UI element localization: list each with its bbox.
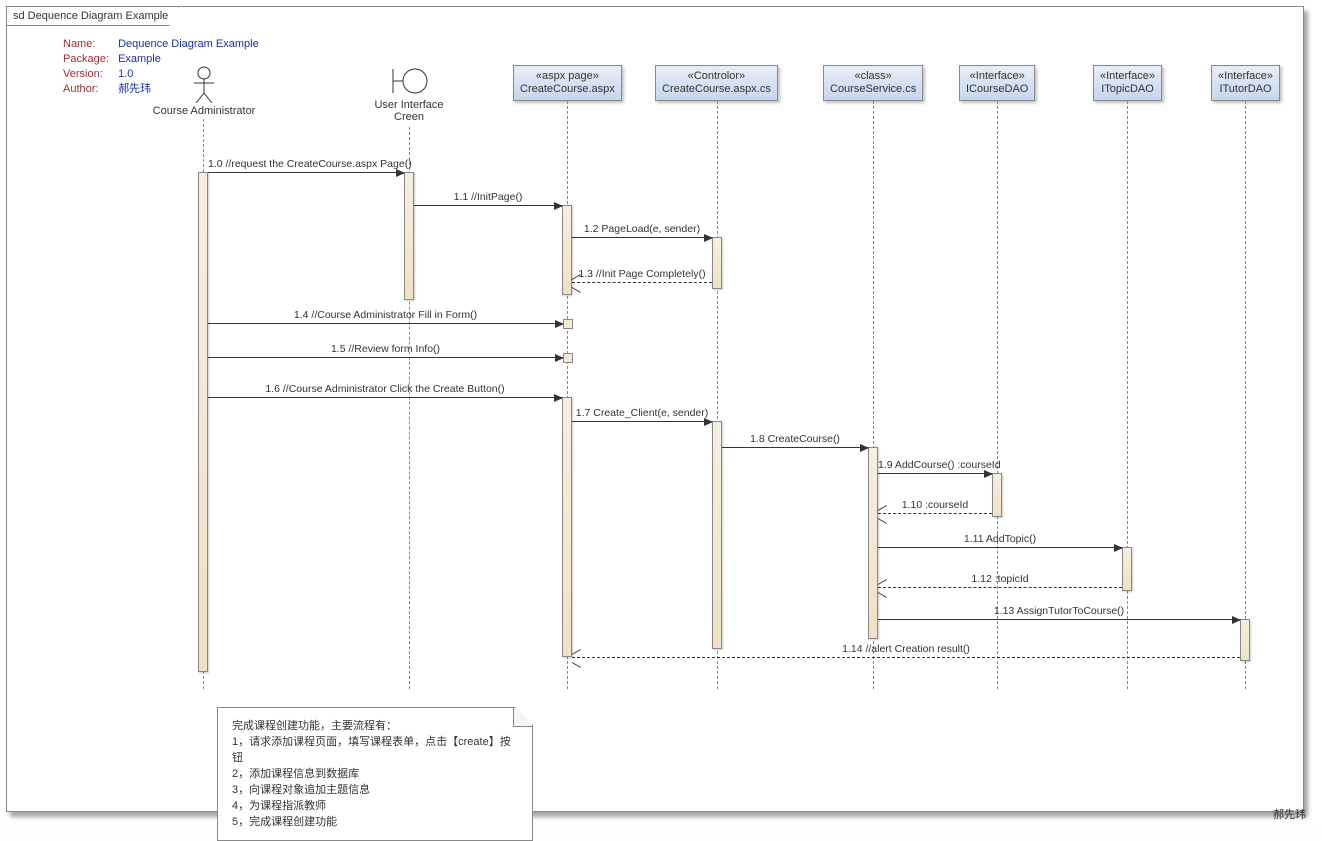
note-line: 3，向课程对象追加主题信息 [232, 782, 518, 798]
stereotype: «aspx page» [520, 70, 615, 83]
meta-author-value: 郝先玮 [118, 83, 151, 95]
meta-version-value: 1.0 [118, 68, 133, 80]
participant-label: CreateCourse.aspx [520, 83, 615, 96]
exec-box [563, 353, 573, 363]
msg-1-10: 1.10 :courseId [878, 513, 992, 514]
msg-1-11: 1.11 AddTopic() [878, 547, 1122, 548]
activation-itutor [1240, 619, 1250, 661]
stereotype: «Interface» [1218, 70, 1273, 83]
note-box: 完成课程创建功能，主要流程有： 1，请求添加课程页面，填写课程表单，点击【cre… [217, 707, 533, 841]
lifeline-itutor [1245, 101, 1246, 689]
lifeline-icourse [997, 101, 998, 689]
frame-title-tab: sd Dequence Diagram Example [6, 6, 179, 26]
participant-label: ITutorDAO [1218, 83, 1273, 96]
activation-aspx-1 [562, 205, 572, 295]
msg-1-1: 1.1 //InitPage() [414, 205, 562, 206]
activation-ctrl-2 [712, 421, 722, 649]
activation-ctrl-1 [712, 237, 722, 289]
msg-1-0: 1.0 //request the CreateCourse.aspx Page… [208, 172, 404, 173]
msg-1-6: 1.6 //Course Administrator Click the Cre… [208, 397, 562, 398]
msg-1-2: 1.2 PageLoad(e, sender) [572, 237, 712, 238]
msg-1-5: 1.5 //Review form Info() [208, 357, 563, 358]
lifeline-itopic [1127, 101, 1128, 689]
activation-service [868, 447, 878, 639]
stereotype: «Interface» [966, 70, 1028, 83]
meta-version-label: Version: [63, 67, 115, 82]
participant-label: ITopicDAO [1100, 83, 1155, 96]
participant-label: Course Administrator [149, 105, 259, 117]
page: sd Dequence Diagram Example Name: Dequen… [0, 0, 1322, 826]
meta-author-label: Author: [63, 82, 115, 97]
msg-1-7: 1.7 Create_Client(e, sender) [572, 421, 712, 422]
frame-title: sd Dequence Diagram Example [13, 10, 168, 22]
msg-1-3: 1.3 //Init Page Completely() [572, 282, 712, 283]
meta-package-value: Example [118, 53, 161, 65]
note-line: 完成课程创建功能，主要流程有： [232, 718, 518, 734]
participant-label: ICourseDAO [966, 83, 1028, 96]
participant-service: «class» CourseService.cs [823, 65, 923, 101]
msg-1-12: 1.12 :topicId [878, 587, 1122, 588]
stereotype: «Interface» [1100, 70, 1155, 83]
note-line: 5，完成课程创建功能 [232, 814, 518, 830]
activation-icourse [992, 473, 1002, 517]
exec-box [563, 319, 573, 329]
participant-actor-admin: Course Administrator [149, 65, 259, 117]
note-line: 1，请求添加课程页面，填写课程表单，点击【create】按钮 [232, 734, 518, 766]
participant-itutordao: «Interface» ITutorDAO [1211, 65, 1280, 101]
participant-label: CourseService.cs [830, 83, 916, 96]
note-line: 4，为课程指派教师 [232, 798, 518, 814]
activation-ui-1 [404, 172, 414, 300]
participant-controller: «Controlor» CreateCourse.aspx.cs [655, 65, 778, 101]
activation-aspx-2 [562, 397, 572, 657]
participant-label: User Interface Creen [359, 99, 459, 123]
actor-icon [189, 65, 219, 105]
participant-icoursedao: «Interface» ICourseDAO [959, 65, 1035, 101]
boundary-icon [387, 63, 431, 99]
activation-itopic [1122, 547, 1132, 591]
msg-1-13: 1.13 AssignTutorToCourse() [878, 619, 1240, 620]
meta-package-label: Package: [63, 52, 115, 67]
participant-aspx-page: «aspx page» CreateCourse.aspx [513, 65, 622, 101]
msg-1-8: 1.8 CreateCourse() [722, 447, 868, 448]
msg-1-4: 1.4 //Course Administrator Fill in Form(… [208, 323, 563, 324]
stereotype: «Controlor» [662, 70, 771, 83]
participant-boundary-ui: User Interface Creen [359, 63, 459, 123]
msg-1-14: 1.14 //alert Creation result() [572, 657, 1240, 658]
participant-itopicdao: «Interface» ITopicDAO [1093, 65, 1162, 101]
msg-1-9: 1.9 AddCourse() :courseId [878, 473, 992, 474]
sequence-frame: sd Dequence Diagram Example Name: Dequen… [6, 6, 1304, 812]
meta-name-label: Name: [63, 37, 115, 52]
note-line: 2，添加课程信息到数据库 [232, 766, 518, 782]
participant-label: CreateCourse.aspx.cs [662, 83, 771, 96]
meta-name-value: Dequence Diagram Example [118, 38, 259, 50]
stereotype: «class» [830, 70, 916, 83]
activation-admin [198, 172, 208, 672]
note-fold-icon [513, 708, 532, 727]
watermark: 郝先玮 [1273, 806, 1306, 822]
